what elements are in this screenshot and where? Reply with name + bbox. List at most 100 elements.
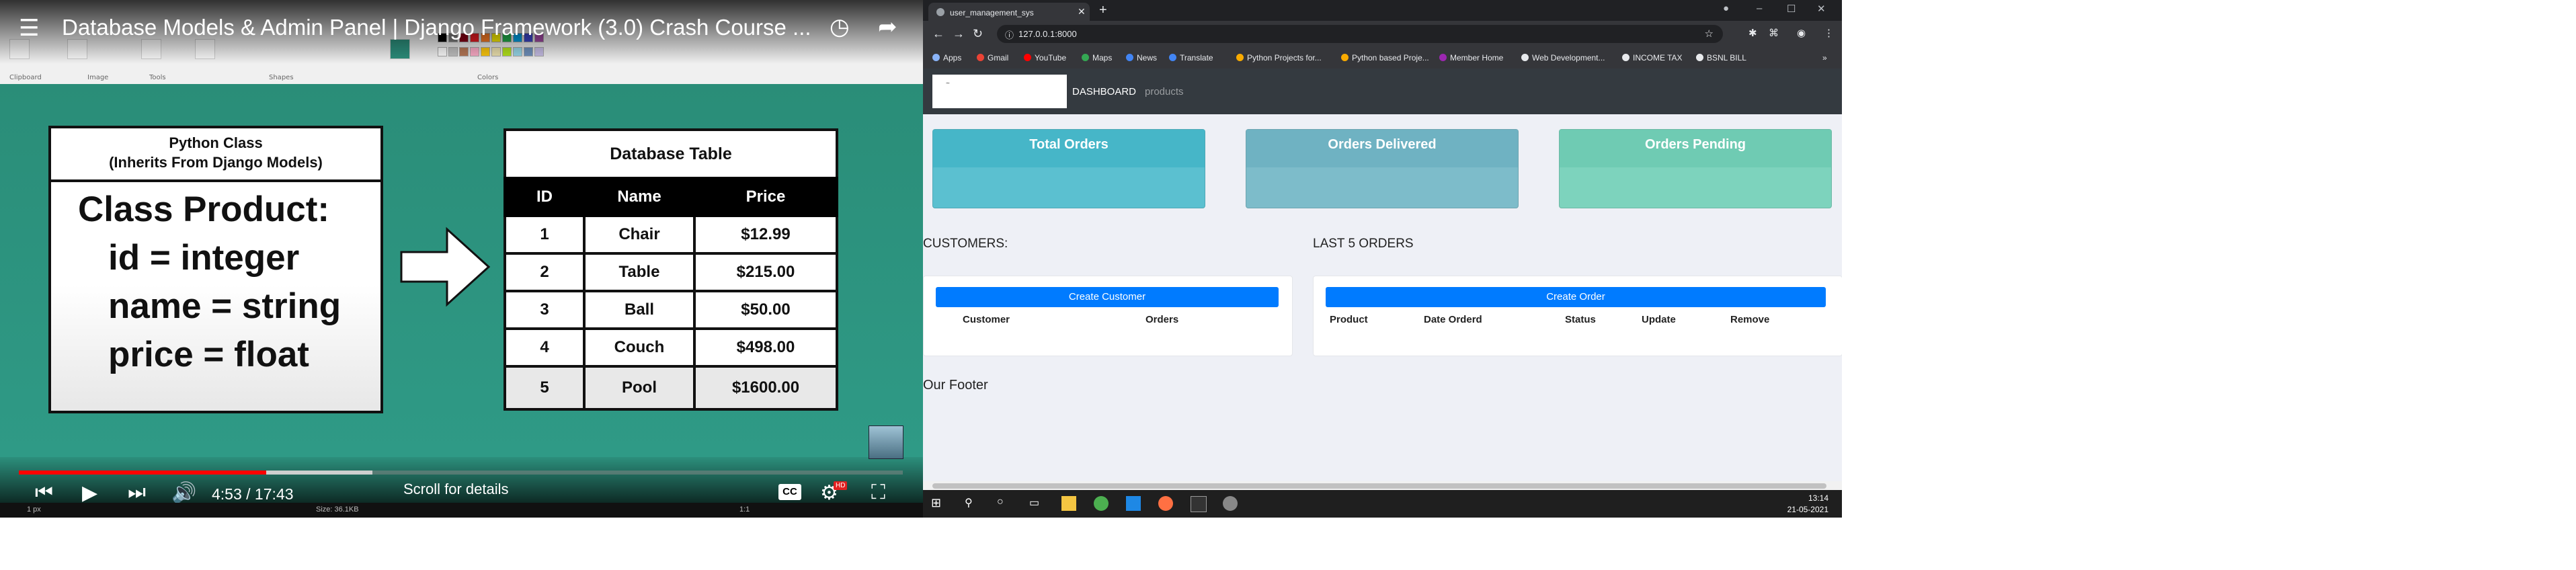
cortana-icon[interactable]: ○ bbox=[997, 496, 1012, 511]
progress-bar[interactable] bbox=[19, 471, 903, 475]
card-orders-pending: Orders Pending bbox=[1559, 129, 1832, 208]
more-bookmarks-icon[interactable]: » bbox=[1822, 53, 1827, 63]
cell: Pool bbox=[583, 365, 696, 411]
bookmarks-bar: Apps Gmail YouTube Maps News Translate P… bbox=[923, 48, 1842, 69]
bookmark-python-based[interactable]: Python based Proje... bbox=[1341, 53, 1429, 63]
cell: $50.00 bbox=[693, 290, 838, 330]
horizontal-scrollbar[interactable] bbox=[923, 481, 1842, 490]
task-view-icon[interactable]: ▭ bbox=[1029, 496, 1044, 511]
table-row: 2 Table $215.00 bbox=[504, 252, 838, 292]
new-tab-icon[interactable]: + bbox=[1099, 3, 1107, 18]
video-top-overlay: ☰ Database Models & Admin Panel | Django… bbox=[0, 0, 923, 64]
bookmark-bsnl-bill[interactable]: BSNL BILL bbox=[1696, 53, 1746, 63]
tab-user-management[interactable]: user_management_sys ✕ bbox=[928, 3, 1090, 21]
orders-panel: Create Order Product Date Orderd Status … bbox=[1313, 276, 1842, 356]
bookmark-label: YouTube bbox=[1035, 53, 1067, 63]
card-total-orders: Total Orders bbox=[932, 129, 1205, 208]
python-class-header: Python Class (Inherits From Django Model… bbox=[48, 126, 383, 182]
paint-icon[interactable] bbox=[1223, 496, 1238, 511]
bookmark-apps[interactable]: Apps bbox=[932, 53, 961, 63]
minimize-icon[interactable]: – bbox=[1757, 3, 1762, 14]
windows-start-icon[interactable]: ⊞ bbox=[931, 496, 946, 511]
forward-icon[interactable]: → bbox=[953, 27, 965, 41]
column-header-update: Update bbox=[1642, 314, 1676, 325]
play-icon[interactable]: ▶ bbox=[82, 481, 97, 505]
bookmark-icon bbox=[1521, 54, 1529, 61]
kebab-menu-icon[interactable]: ⋮ bbox=[1824, 27, 1834, 39]
search-icon[interactable]: ⚲ bbox=[965, 496, 979, 511]
card-title: Orders Pending bbox=[1560, 130, 1831, 167]
tab-title: user_management_sys bbox=[950, 8, 1034, 17]
create-order-button[interactable]: Create Order bbox=[1326, 287, 1826, 307]
table-row: 1 Chair $12.99 bbox=[504, 214, 838, 255]
bookmark-translate[interactable]: Translate bbox=[1169, 53, 1213, 63]
video-player[interactable]: Clipboard Image Tools Shapes Colors ☰ Da… bbox=[0, 0, 923, 518]
close-icon[interactable]: ✕ bbox=[1078, 6, 1086, 17]
create-customer-button[interactable]: Create Customer bbox=[936, 287, 1279, 307]
bookmark-member-home[interactable]: Member Home bbox=[1439, 53, 1503, 63]
ribbon-group-colors: Colors bbox=[477, 74, 499, 81]
bookmark-icon bbox=[1696, 54, 1703, 61]
omnibox[interactable]: ⓘ 127.0.0.1:8000 ☆ bbox=[997, 25, 1723, 43]
bookmark-python-projects[interactable]: Python Projects for... bbox=[1236, 53, 1322, 63]
site-logo[interactable]: ~ bbox=[932, 75, 1067, 108]
table-row: 4 Couch $498.00 bbox=[504, 327, 838, 368]
bookmark-news[interactable]: News bbox=[1126, 53, 1157, 63]
avatar[interactable]: ◉ bbox=[1797, 27, 1806, 39]
bookmark-label: INCOME TAX bbox=[1633, 53, 1683, 63]
table-header: Price bbox=[693, 177, 838, 217]
reload-icon[interactable]: ↻ bbox=[973, 27, 983, 41]
bookmark-gmail[interactable]: Gmail bbox=[977, 53, 1008, 63]
terminal-icon[interactable] bbox=[1191, 496, 1207, 512]
table-row: 3 Ball $50.00 bbox=[504, 290, 838, 330]
maximize-icon[interactable]: ☐ bbox=[1787, 3, 1796, 15]
gmail-icon bbox=[977, 54, 984, 61]
tab-bar: user_management_sys ✕ + ● – ☐ ✕ bbox=[923, 0, 1842, 21]
cell: 2 bbox=[504, 252, 586, 292]
clock-date[interactable]: 21-05-2021 bbox=[1787, 505, 1828, 514]
previous-icon[interactable]: ⏮ bbox=[35, 481, 53, 504]
python-class-code: Class Product: id = integer name = strin… bbox=[48, 179, 383, 413]
puzzle-icon[interactable]: ⌘ bbox=[1769, 27, 1779, 39]
column-header-customer: Customer bbox=[963, 314, 1010, 325]
watch-later-icon[interactable]: ◷ bbox=[830, 13, 850, 40]
bookmark-label: Gmail bbox=[988, 53, 1009, 63]
url-text[interactable]: 127.0.0.1:8000 bbox=[1018, 29, 1077, 39]
bookmark-income-tax[interactable]: INCOME TAX bbox=[1622, 53, 1683, 63]
video-title[interactable]: Database Models & Admin Panel | Django F… bbox=[62, 15, 811, 40]
right-arrow-icon bbox=[400, 227, 491, 307]
table-header: ID bbox=[504, 177, 586, 217]
vscode-icon[interactable] bbox=[1126, 496, 1141, 511]
ribbon-group-clipboard: Clipboard bbox=[9, 74, 42, 81]
firefox-icon[interactable] bbox=[1158, 496, 1173, 511]
info-icon[interactable]: ⓘ bbox=[1005, 28, 1014, 41]
next-icon[interactable]: ⏭ bbox=[128, 481, 146, 504]
nav-products[interactable]: products bbox=[1145, 86, 1184, 97]
bookmark-web-development[interactable]: Web Development... bbox=[1521, 53, 1605, 63]
news-icon bbox=[1126, 54, 1133, 61]
extension-icon[interactable]: ✱ bbox=[1748, 27, 1757, 39]
exit-fullscreen-icon[interactable]: ⛶ bbox=[871, 481, 885, 504]
customers-heading: CUSTOMERS: bbox=[923, 237, 1008, 251]
profile-icon[interactable]: ● bbox=[1723, 3, 1729, 14]
chrome-icon[interactable] bbox=[1094, 496, 1109, 511]
captions-button[interactable]: CC bbox=[778, 484, 801, 500]
scrollbar-thumb[interactable] bbox=[932, 483, 1826, 489]
clock-time[interactable]: 13:14 bbox=[1808, 493, 1828, 503]
bookmark-maps[interactable]: Maps bbox=[1082, 53, 1112, 63]
menu-icon[interactable]: ☰ bbox=[19, 15, 39, 42]
scroll-hint[interactable]: Scroll for details bbox=[403, 481, 509, 498]
nav-dashboard[interactable]: DASHBOARD bbox=[1072, 86, 1136, 97]
slide-content: Python Class (Inherits From Django Model… bbox=[0, 84, 923, 459]
file-explorer-icon[interactable] bbox=[1061, 496, 1076, 511]
star-icon[interactable]: ☆ bbox=[1705, 28, 1714, 40]
table-header: Name bbox=[583, 177, 696, 217]
back-icon[interactable]: ← bbox=[932, 27, 944, 41]
window-close-icon[interactable]: ✕ bbox=[1817, 3, 1826, 15]
share-icon[interactable]: ➦ bbox=[878, 13, 897, 40]
status-item: 1 px bbox=[27, 505, 41, 514]
card-title: Total Orders bbox=[933, 130, 1205, 167]
bookmark-youtube[interactable]: YouTube bbox=[1024, 53, 1066, 63]
volume-icon[interactable]: 🔊 bbox=[171, 481, 196, 505]
cell: Table bbox=[583, 252, 696, 292]
